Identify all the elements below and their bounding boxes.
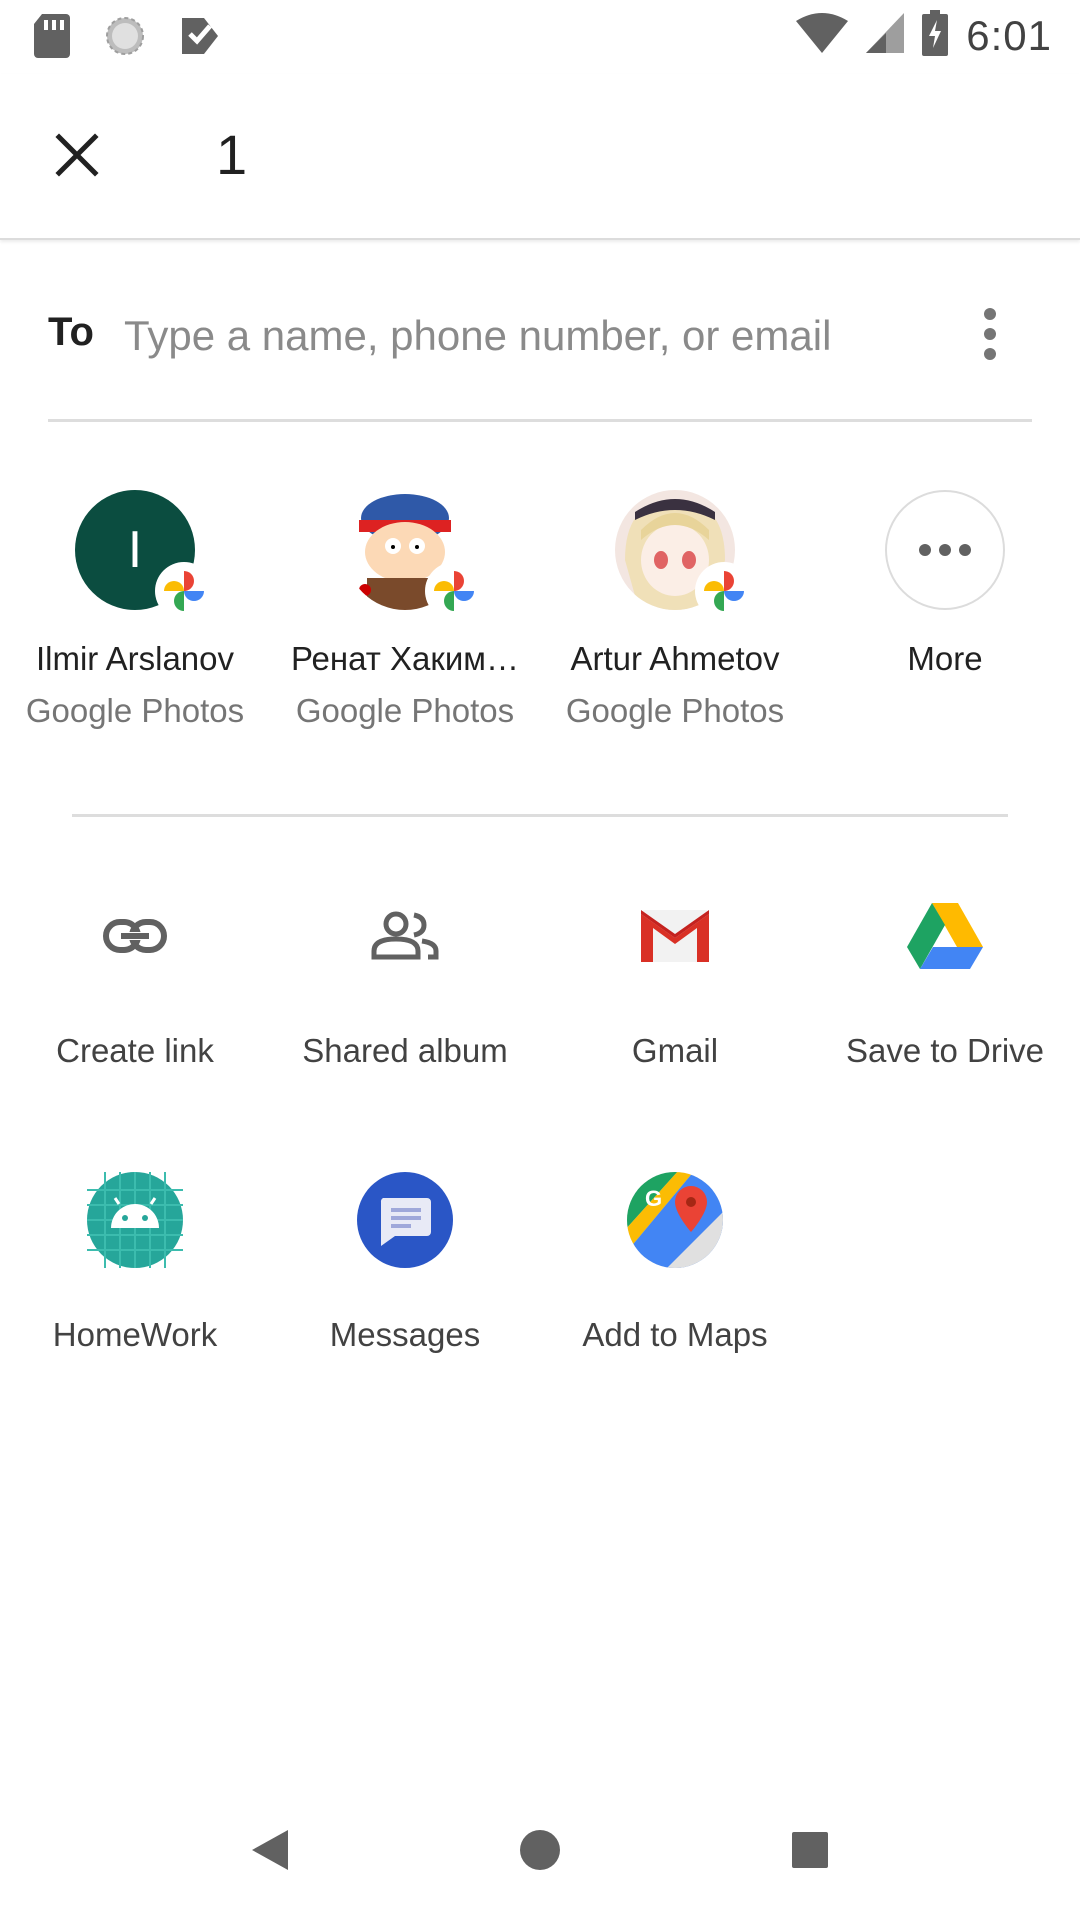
more-options-button[interactable] — [970, 304, 1010, 364]
recents-icon — [792, 1832, 828, 1868]
status-bar: 6:01 — [0, 0, 1080, 74]
svg-text:G: G — [645, 1186, 662, 1211]
app-label: Create link — [56, 1032, 214, 1069]
add-to-maps-button[interactable]: G Add to Maps — [540, 1170, 810, 1354]
status-left-icons — [34, 14, 220, 63]
link-icon — [85, 886, 185, 986]
to-label: To — [48, 310, 94, 354]
more-people-button[interactable]: More — [810, 490, 1080, 678]
app-label: Add to Maps — [582, 1316, 768, 1353]
sd-card-icon — [34, 14, 70, 63]
messages-icon — [355, 1170, 455, 1270]
person-app: Google Photos — [565, 692, 785, 729]
android-icon — [85, 1170, 185, 1270]
wifi-icon — [796, 13, 849, 58]
create-link-button[interactable]: Create link — [0, 886, 270, 1070]
shared-album-button[interactable]: Shared album — [270, 886, 540, 1070]
person-name: Artur Ahmetov — [570, 640, 780, 677]
more-vert-icon — [984, 308, 996, 320]
app-label: Messages — [329, 1316, 481, 1353]
sync-icon — [104, 15, 146, 62]
gmail-icon — [625, 886, 725, 986]
homework-button[interactable]: HomeWork — [0, 1170, 270, 1354]
back-button[interactable] — [230, 1810, 310, 1890]
close-icon — [55, 133, 99, 177]
more-label: More — [907, 640, 983, 677]
app-label: HomeWork — [52, 1316, 218, 1353]
close-button[interactable] — [40, 118, 114, 192]
task-check-icon — [180, 16, 220, 61]
home-icon — [520, 1830, 560, 1870]
person-app: Google Photos — [295, 692, 515, 729]
drive-icon — [895, 886, 995, 986]
google-photos-icon — [695, 562, 753, 620]
divider — [72, 814, 1008, 817]
messages-button[interactable]: Messages — [270, 1170, 540, 1354]
gmail-button[interactable]: Gmail — [540, 886, 810, 1070]
app-label: Shared album — [302, 1032, 508, 1069]
recipient-row: To — [48, 290, 1032, 422]
battery-charging-icon — [922, 10, 949, 61]
system-nav-bar — [0, 1780, 1080, 1920]
person-name: Ренат Хаким… — [291, 640, 519, 677]
person-renat[interactable]: Ренат Хаким… Google Photos — [270, 490, 540, 730]
recipient-input[interactable] — [124, 298, 944, 374]
person-ilmir-arslanov[interactable]: I Ilmir Arslanov Google Photos — [0, 490, 270, 730]
suggested-people: I Ilmir Arslanov Google Photos Ренат Хак… — [0, 490, 1080, 770]
top-app-bar: 1 — [0, 74, 1080, 240]
recents-button[interactable] — [770, 1810, 850, 1890]
maps-icon: G — [625, 1170, 725, 1270]
app-label: Save to Drive — [845, 1032, 1045, 1069]
status-time: 6:01 — [966, 11, 1052, 59]
google-photos-icon — [425, 562, 483, 620]
app-label: Gmail — [631, 1032, 719, 1069]
selection-count: 1 — [216, 123, 248, 186]
people-icon — [355, 886, 455, 986]
cell-signal-icon — [866, 13, 905, 58]
google-photos-icon — [155, 562, 213, 620]
home-button[interactable] — [500, 1810, 580, 1890]
person-app: Google Photos — [25, 692, 245, 729]
person-artur-ahmetov[interactable]: Artur Ahmetov Google Photos — [540, 490, 810, 730]
status-right-icons: 6:01 — [796, 10, 1052, 61]
back-icon — [252, 1830, 288, 1870]
more-horiz-icon — [885, 490, 1005, 610]
person-name: Ilmir Arslanov — [35, 640, 235, 677]
save-to-drive-button[interactable]: Save to Drive — [810, 886, 1080, 1070]
